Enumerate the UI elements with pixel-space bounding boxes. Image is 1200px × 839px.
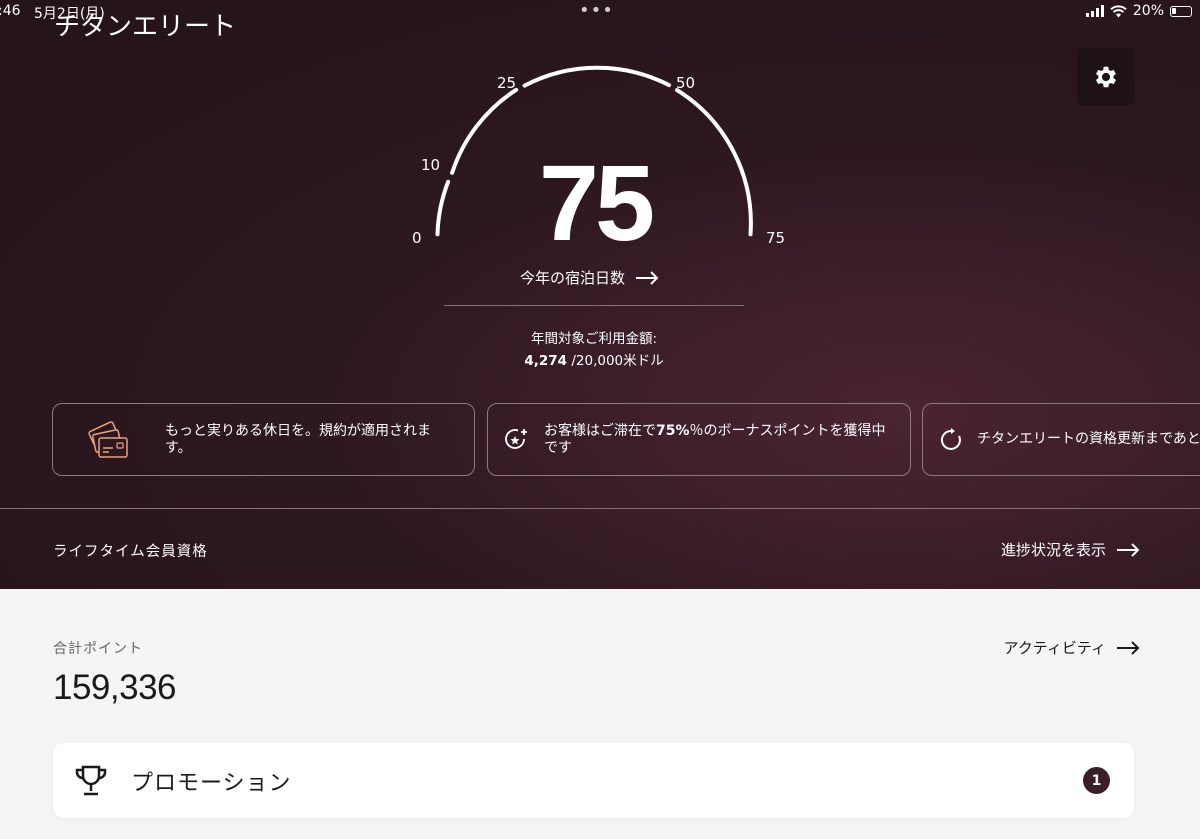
promotions-row[interactable]: プロモーション 1: [53, 743, 1134, 818]
nights-this-year-link[interactable]: 今年の宿泊日数: [520, 267, 659, 288]
benefit-card-text: もっと実りある休日を。規約が適用されます。: [165, 422, 431, 456]
activity-link[interactable]: アクティビティ: [1004, 637, 1140, 658]
benefit-card-holiday[interactable]: もっと実りある休日を。規約が適用されます。: [52, 403, 475, 476]
benefit-card-bonus[interactable]: お客様はご滞在で75%％のボーナスポイントを獲得中です: [487, 403, 911, 476]
credit-cards-icon: [88, 420, 128, 458]
cellular-signal-icon: [1085, 5, 1104, 17]
gauge-arc-segment-3: [522, 65, 672, 88]
wifi-icon: [1110, 4, 1127, 17]
gauge-tick-50: 50: [676, 74, 696, 92]
star-sparkle-icon: [505, 428, 527, 449]
gauge-tick-75: 75: [766, 229, 786, 247]
bonus-text: お客様はご滞在で75%％のボーナスポイントを獲得中です: [544, 422, 886, 456]
nights-label: 今年の宿泊日数: [520, 269, 626, 287]
view-progress-link[interactable]: 進捗状況を表示: [1001, 539, 1140, 560]
benefit-card-renewal[interactable]: チタンエリートの資格更新まであと: [922, 403, 1200, 476]
total-points-value: 159,336: [53, 668, 177, 707]
spend-current: 4,274: [524, 353, 568, 369]
settings-button[interactable]: [1077, 48, 1135, 105]
gauge-arc-segment-1: [435, 179, 451, 237]
status-time: :46: [0, 3, 21, 19]
arrow-right-icon: [636, 270, 659, 285]
multitasking-dots[interactable]: •••: [579, 0, 614, 21]
gauge-tick-0: 0: [412, 229, 422, 247]
hero-divider: [0, 508, 1200, 509]
gauge-tick-25: 25: [497, 74, 517, 92]
view-progress-label: 進捗状況を表示: [1000, 541, 1106, 559]
trophy-icon: [75, 765, 107, 796]
status-hero: :46 5月2日(月) ••• 20% チタンエリート 0 10 25 50 7…: [0, 0, 1200, 589]
total-points-label: 合計ポイント: [53, 641, 143, 657]
battery-percent: 20%: [1132, 3, 1164, 19]
annual-spend-value: 4,274 /20,000米ドル: [444, 349, 744, 369]
battery-icon: [1170, 5, 1192, 17]
promotions-count-badge: 1: [1083, 767, 1110, 794]
gauge-divider: [444, 305, 744, 306]
arrow-right-icon: [1117, 542, 1140, 557]
gear-icon: [1095, 66, 1117, 87]
renewal-text: チタンエリートの資格更新まであと: [977, 431, 1200, 447]
gauge-tick-10: 10: [421, 156, 441, 174]
nights-count: 75: [538, 142, 655, 263]
spend-target: /20,000米ドル: [567, 353, 664, 369]
activity-label: アクティビティ: [1003, 639, 1106, 657]
lifetime-membership-label: ライフタイム会員資格: [53, 544, 208, 560]
refresh-icon: [940, 427, 961, 450]
annual-spend-label: 年間対象ご利用金額:: [530, 331, 658, 347]
status-indicators: 20%: [1085, 3, 1192, 19]
promotions-label: プロモーション: [131, 771, 292, 796]
arrow-right-icon: [1117, 640, 1140, 655]
page-title: チタンエリート: [54, 12, 237, 42]
